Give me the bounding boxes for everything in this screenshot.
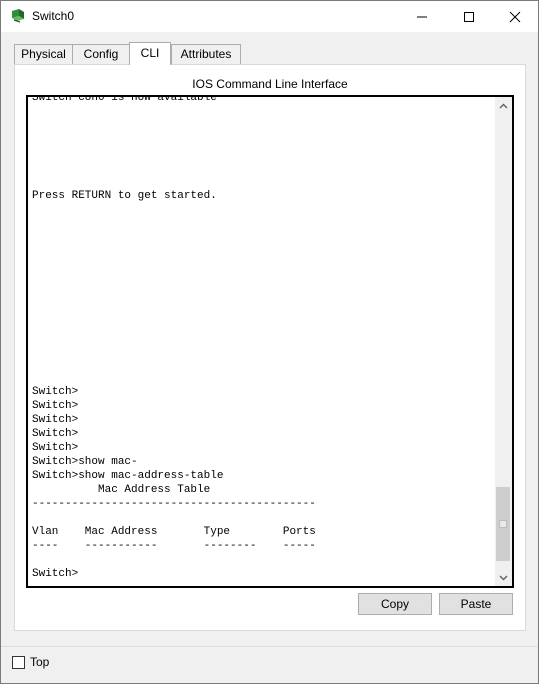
switch-app-icon (12, 9, 24, 23)
terminal-line: Switch> (32, 442, 79, 454)
terminal-line: Switch>show mac- (32, 456, 138, 468)
scroll-up-button[interactable] (495, 97, 512, 114)
scroll-down-button[interactable] (495, 569, 512, 586)
switch-window: Switch0 Physical Config CLI Attributes I… (0, 0, 539, 684)
terminal-line: Press RETURN to get started. (32, 190, 217, 202)
title-bar[interactable]: Switch0 (1, 1, 538, 32)
terminal-line: Switch> (32, 386, 79, 398)
maximize-button[interactable] (446, 1, 492, 32)
cli-terminal[interactable]: Switch con0 is now available Press RETUR… (26, 95, 514, 588)
terminal-line: Switch> (32, 414, 79, 426)
scroll-grip-icon (499, 520, 507, 528)
tab-attributes[interactable]: Attributes (171, 44, 241, 64)
top-checkbox-label[interactable]: Top (30, 655, 49, 669)
terminal-line: Vlan Mac Address Type Ports (32, 526, 316, 538)
close-button[interactable] (492, 1, 538, 32)
copy-button[interactable]: Copy (358, 593, 432, 615)
tab-cli[interactable]: CLI (129, 42, 171, 65)
terminal-line: Switch> (32, 428, 79, 440)
minimize-icon (417, 16, 427, 17)
terminal-output: Switch con0 is now available Press RETUR… (32, 97, 494, 586)
terminal-line: ----------------------------------------… (32, 498, 316, 510)
terminal-line: ---- ----------- -------- ----- (32, 540, 316, 552)
terminal-line: Switch>show mac-address-table (32, 470, 224, 482)
terminal-line: Switch> (32, 400, 79, 412)
window-title: Switch0 (32, 9, 75, 23)
terminal-line: Switch con0 is now available (32, 95, 217, 104)
chevron-up-icon (499, 103, 508, 108)
cli-heading: IOS Command Line Interface (192, 77, 348, 91)
terminal-line: Mac Address Table (32, 484, 211, 496)
paste-button[interactable]: Paste (439, 593, 513, 615)
footer-divider (1, 646, 538, 647)
chevron-down-icon (499, 575, 508, 580)
top-checkbox[interactable] (12, 656, 25, 669)
minimize-button[interactable] (399, 1, 445, 32)
terminal-line: Switch> (32, 568, 79, 580)
close-icon (509, 11, 521, 22)
maximize-icon (464, 11, 474, 22)
tab-config[interactable]: Config (72, 44, 130, 64)
cli-panel: IOS Command Line Interface Switch con0 i… (14, 64, 526, 631)
tab-physical[interactable]: Physical (14, 44, 73, 64)
terminal-scrollbar[interactable] (495, 97, 512, 586)
window-content: Physical Config CLI Attributes IOS Comma… (1, 32, 538, 683)
scrollbar-thumb[interactable] (496, 487, 510, 561)
